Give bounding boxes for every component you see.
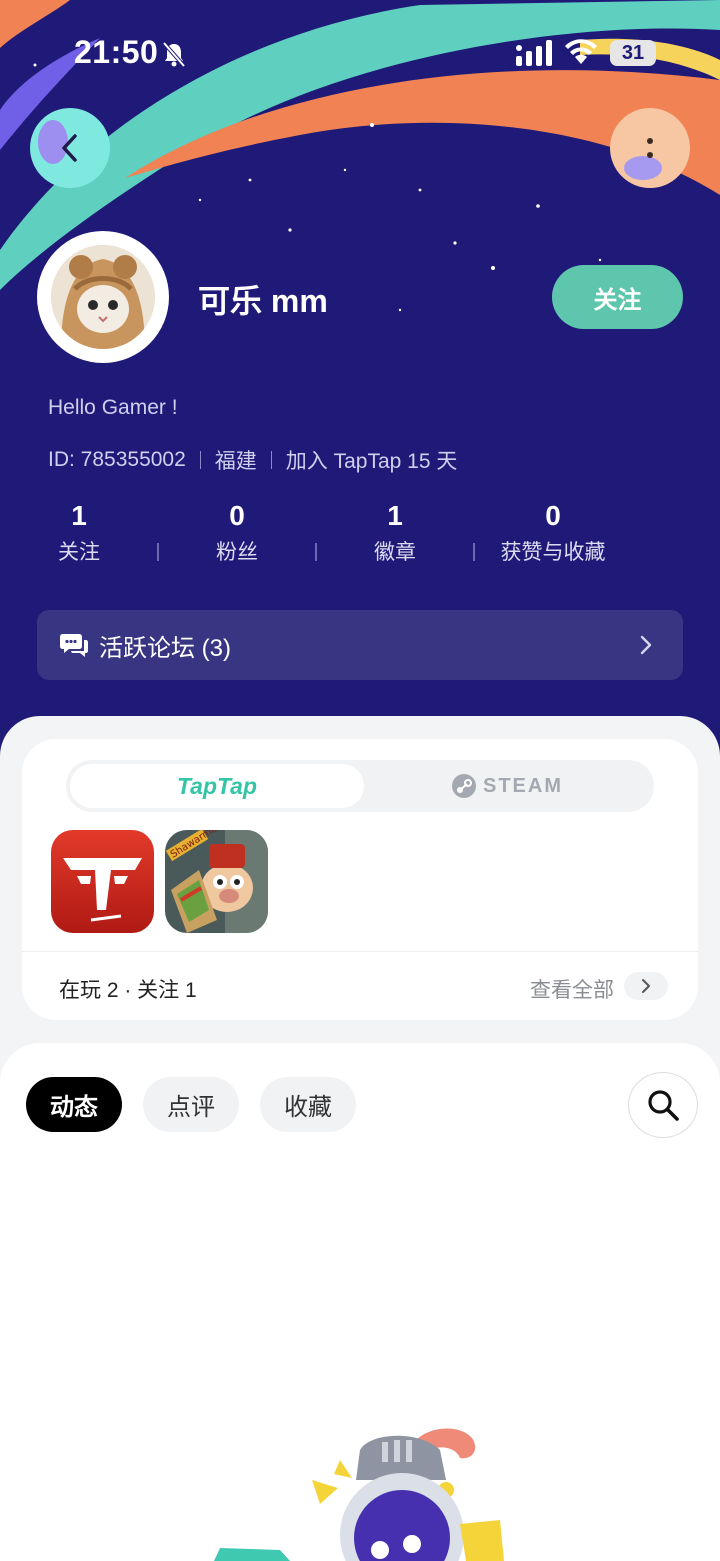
avatar[interactable]	[37, 231, 169, 363]
games-card: TapTap STEAM Shawarma 在玩 2 · 关注 1 查看全部	[22, 739, 698, 1020]
stat-value: 1	[71, 500, 87, 531]
stat-label: 获赞与收藏	[500, 541, 606, 564]
game-artwork: Shawarma	[165, 830, 268, 933]
stat-label: 粉丝	[216, 541, 258, 564]
signal-icon	[516, 40, 552, 66]
chevron-right-icon	[640, 635, 652, 655]
tab-taptap[interactable]: TapTap	[70, 764, 364, 808]
wifi-icon	[565, 39, 597, 64]
profile-meta: ID: 785355002 福建 加入 TapTap 15 天	[48, 445, 457, 475]
tab-favorites[interactable]: 收藏	[260, 1077, 356, 1132]
more-button-decor	[624, 156, 662, 180]
tab-posts[interactable]: 动态	[26, 1077, 122, 1132]
card-divider	[22, 951, 698, 952]
meta-divider	[199, 451, 201, 469]
stat-value: 0	[229, 500, 245, 531]
search-button[interactable]	[628, 1072, 698, 1138]
more-options-button[interactable]	[610, 108, 690, 188]
meta-divider	[270, 451, 272, 469]
user-id: ID: 785355002	[48, 448, 186, 471]
username: 可乐 mm	[198, 283, 328, 319]
stat-likes-favorites[interactable]: 0 获赞与收藏	[474, 500, 632, 566]
stat-divider	[315, 543, 317, 561]
platform-switch: TapTap STEAM	[66, 760, 654, 812]
empty-state-mascot	[214, 1428, 504, 1561]
game-artwork	[51, 830, 154, 933]
games-summary: 在玩 2 · 关注 1	[59, 979, 197, 1002]
stat-value: 1	[387, 500, 403, 531]
battery-indicator: 31	[610, 40, 656, 66]
chevron-right-icon	[642, 979, 650, 993]
status-time: 21:50	[74, 34, 159, 70]
tab-steam-label: STEAM	[483, 774, 563, 797]
active-forums-label: 活跃论坛 (3)	[99, 634, 231, 662]
game-icon-shawarma[interactable]: Shawarma	[165, 830, 268, 933]
tab-steam[interactable]: STEAM	[364, 764, 650, 808]
follow-button[interactable]: 关注	[552, 265, 683, 329]
more-vertical-icon	[647, 138, 653, 158]
avatar-image	[51, 245, 155, 349]
bio: Hello Gamer !	[48, 396, 178, 419]
back-button[interactable]	[30, 108, 110, 188]
bell-muted-icon	[162, 41, 186, 68]
tab-reviews[interactable]: 点评	[143, 1077, 239, 1132]
stat-divider	[157, 543, 159, 561]
active-forums-bar[interactable]: 活跃论坛 (3)	[37, 610, 683, 680]
join-duration: 加入 TapTap 15 天	[285, 450, 458, 473]
view-all-link[interactable]: 查看全部	[530, 974, 614, 1004]
view-all-button[interactable]	[624, 972, 668, 1000]
game-icon-red-t[interactable]	[51, 830, 154, 933]
stat-label: 徽章	[374, 541, 416, 564]
stat-badges[interactable]: 1 徽章	[316, 500, 474, 566]
search-icon	[648, 1090, 679, 1121]
stat-following[interactable]: 1 关注	[0, 500, 158, 566]
status-bar: 21:50 31	[0, 0, 720, 100]
stats-row: 1 关注 0 粉丝 1 徽章 0 获赞与收藏	[0, 500, 720, 570]
stat-value: 0	[545, 500, 561, 531]
stat-followers[interactable]: 0 粉丝	[158, 500, 316, 566]
steam-icon	[452, 774, 476, 798]
stat-label: 关注	[58, 541, 100, 564]
user-location: 福建	[214, 450, 257, 473]
chevron-left-icon	[62, 134, 77, 162]
stat-divider	[473, 543, 475, 561]
chat-bubbles-icon	[60, 634, 88, 657]
